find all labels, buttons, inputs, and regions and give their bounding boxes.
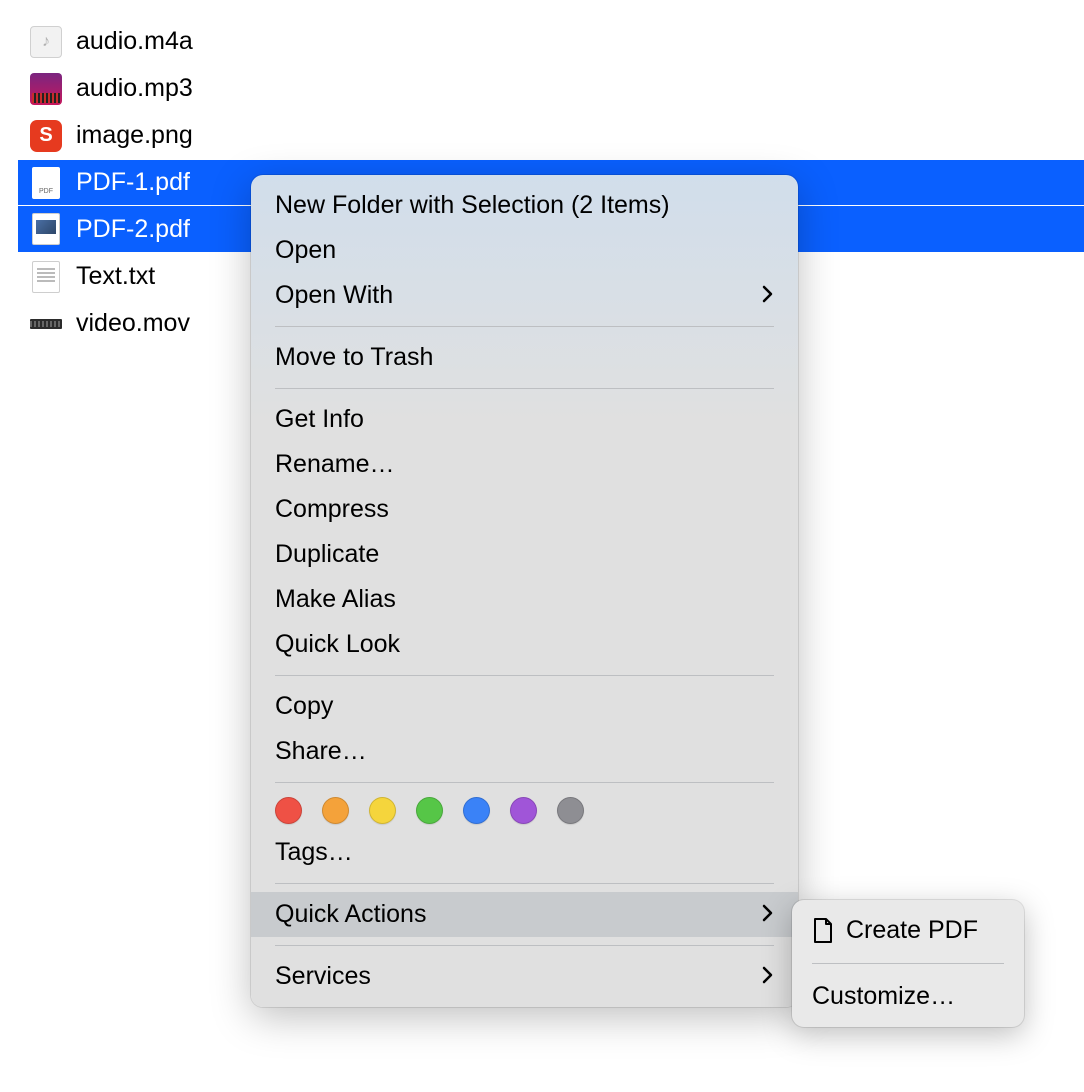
menu-tags[interactable]: Tags… xyxy=(251,830,798,875)
tag-color-yellow[interactable] xyxy=(369,797,396,824)
menu-separator xyxy=(812,963,1004,964)
audio-mp3-icon xyxy=(30,73,62,105)
file-item[interactable]: S image.png xyxy=(18,112,1084,159)
menu-quick-look[interactable]: Quick Look xyxy=(251,622,798,667)
chevron-right-icon xyxy=(762,964,774,990)
submenu-create-pdf[interactable]: Create PDF xyxy=(792,908,1024,953)
png-icon: S xyxy=(30,120,62,152)
file-name-label: video.mov xyxy=(76,309,190,338)
pdf-preview-icon xyxy=(30,213,62,245)
menu-separator xyxy=(275,388,774,389)
chevron-right-icon xyxy=(762,902,774,928)
document-icon xyxy=(812,917,834,945)
menu-label: Open xyxy=(275,236,336,265)
menu-separator xyxy=(275,675,774,676)
menu-label: Quick Actions xyxy=(275,900,426,929)
tag-color-green[interactable] xyxy=(416,797,443,824)
submenu-customize[interactable]: Customize… xyxy=(792,974,1024,1019)
menu-copy[interactable]: Copy xyxy=(251,684,798,729)
menu-label: Quick Look xyxy=(275,630,400,659)
file-name-label: audio.mp3 xyxy=(76,74,193,103)
menu-separator xyxy=(275,883,774,884)
context-menu: New Folder with Selection (2 Items) Open… xyxy=(251,175,798,1007)
tag-color-gray[interactable] xyxy=(557,797,584,824)
menu-separator xyxy=(275,782,774,783)
submenu-label: Customize… xyxy=(812,982,955,1011)
tag-color-row xyxy=(251,791,798,830)
menu-label: Compress xyxy=(275,495,389,524)
menu-label: New Folder with Selection (2 Items) xyxy=(275,191,670,220)
menu-label: Duplicate xyxy=(275,540,379,569)
menu-get-info[interactable]: Get Info xyxy=(251,397,798,442)
pdf-icon xyxy=(30,167,62,199)
menu-separator xyxy=(275,945,774,946)
menu-label: Services xyxy=(275,962,371,991)
menu-open[interactable]: Open xyxy=(251,228,798,273)
audio-m4a-icon: ♪ xyxy=(30,26,62,58)
menu-label: Rename… xyxy=(275,450,395,479)
file-item[interactable]: audio.mp3 xyxy=(18,65,1084,112)
menu-make-alias[interactable]: Make Alias xyxy=(251,577,798,622)
file-name-label: image.png xyxy=(76,121,193,150)
menu-label: Move to Trash xyxy=(275,343,433,372)
menu-separator xyxy=(275,326,774,327)
menu-duplicate[interactable]: Duplicate xyxy=(251,532,798,577)
mov-icon xyxy=(30,308,62,340)
menu-label: Copy xyxy=(275,692,333,721)
menu-quick-actions[interactable]: Quick Actions xyxy=(251,892,798,937)
file-name-label: Text.txt xyxy=(76,262,155,291)
menu-label: Share… xyxy=(275,737,367,766)
menu-move-to-trash[interactable]: Move to Trash xyxy=(251,335,798,380)
file-name-label: audio.m4a xyxy=(76,27,193,56)
menu-services[interactable]: Services xyxy=(251,954,798,999)
tag-color-orange[interactable] xyxy=(322,797,349,824)
tag-color-blue[interactable] xyxy=(463,797,490,824)
menu-label: Make Alias xyxy=(275,585,396,614)
chevron-right-icon xyxy=(762,283,774,309)
menu-compress[interactable]: Compress xyxy=(251,487,798,532)
menu-label: Open With xyxy=(275,281,393,310)
menu-label: Get Info xyxy=(275,405,364,434)
file-name-label: PDF-2.pdf xyxy=(76,215,190,244)
menu-open-with[interactable]: Open With xyxy=(251,273,798,318)
file-item[interactable]: ♪ audio.m4a xyxy=(18,18,1084,65)
menu-new-folder-selection[interactable]: New Folder with Selection (2 Items) xyxy=(251,183,798,228)
txt-icon xyxy=(30,261,62,293)
tag-color-purple[interactable] xyxy=(510,797,537,824)
menu-label: Tags… xyxy=(275,838,353,867)
quick-actions-submenu: Create PDF Customize… xyxy=(792,900,1024,1027)
menu-share[interactable]: Share… xyxy=(251,729,798,774)
menu-rename[interactable]: Rename… xyxy=(251,442,798,487)
file-name-label: PDF-1.pdf xyxy=(76,168,190,197)
submenu-label: Create PDF xyxy=(846,916,978,945)
tag-color-red[interactable] xyxy=(275,797,302,824)
